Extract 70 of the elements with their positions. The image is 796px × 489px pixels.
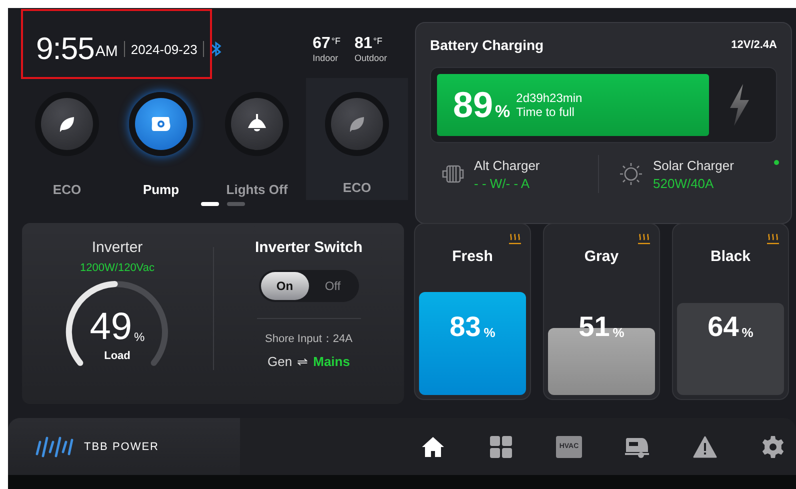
bluetooth-icon xyxy=(210,41,222,57)
leaf-icon xyxy=(57,114,77,134)
tank-name: Fresh xyxy=(452,248,493,265)
lightning-icon xyxy=(728,84,750,126)
camper-button[interactable] xyxy=(624,436,650,458)
button-label: ECO xyxy=(52,182,82,197)
camper-icon xyxy=(624,436,650,458)
sun-icon xyxy=(619,162,643,186)
battery-percent: 89 xyxy=(453,84,494,126)
source-label: Gen xyxy=(268,354,292,369)
charger-name: Alt Charger xyxy=(474,158,540,172)
clock-meridiem: AM xyxy=(95,43,118,60)
heater-icon xyxy=(509,233,521,245)
tank-name: Black xyxy=(710,248,751,265)
toggle-option[interactable]: On xyxy=(260,272,309,300)
percent-unit: % xyxy=(484,325,496,340)
logo-icon xyxy=(34,436,74,458)
temperature-label: Indoor xyxy=(312,53,338,63)
percent-unit: % xyxy=(612,325,624,340)
temperature-label: Outdoor xyxy=(354,53,387,63)
tank-card[interactable]: Fresh 83% xyxy=(414,223,531,400)
temperature-unit: °F xyxy=(331,36,340,46)
home-button[interactable] xyxy=(421,436,445,458)
grid-button[interactable] xyxy=(490,436,512,458)
load-value: 49 xyxy=(90,308,132,346)
percent-unit: % xyxy=(742,325,754,340)
shore-input-text: Shore Input：24A xyxy=(265,332,352,346)
clock-time: 9:55 xyxy=(36,31,94,67)
inverter-reading: 1200W/120Vac xyxy=(80,262,154,274)
temperature-value: 81 xyxy=(354,35,372,52)
grid-icon xyxy=(490,436,512,458)
page-indicator[interactable] xyxy=(201,202,219,206)
charger-reading: - - W/- - A xyxy=(474,176,531,190)
tank-level-value: 83 xyxy=(450,311,481,343)
card-title: Battery Charging xyxy=(430,37,544,53)
charger-name: Solar Charger xyxy=(653,158,734,172)
temperature-value: 67 xyxy=(312,35,330,52)
home-icon xyxy=(421,436,445,458)
leaf-icon xyxy=(347,114,367,134)
temperature-unit: °F xyxy=(373,36,382,46)
percent-unit: % xyxy=(495,102,510,122)
source-label: Mains xyxy=(313,354,350,369)
inverter-toggle[interactable]: On Off xyxy=(258,270,359,302)
pump-button[interactable] xyxy=(129,92,193,156)
toggle-option[interactable]: Off xyxy=(308,272,357,300)
charge-rating: 12V/2.4A xyxy=(731,39,777,51)
tank-level-value: 64 xyxy=(708,311,739,343)
settings-icon xyxy=(761,434,785,458)
swap-icon: ⇌ xyxy=(297,354,308,369)
tank-name: Gray xyxy=(584,248,619,265)
time-remaining: 2d39h23min xyxy=(516,91,582,105)
heater-icon xyxy=(767,233,779,245)
heater-icon xyxy=(638,233,650,245)
alternator-icon xyxy=(440,163,464,185)
pump-icon xyxy=(149,114,173,134)
date-text: 2024-09-23 xyxy=(130,42,198,56)
alert-button[interactable] xyxy=(693,436,717,458)
button-label: Lights Off xyxy=(226,182,288,197)
tank-card[interactable]: Black 64% xyxy=(672,223,789,400)
button-label: ECO xyxy=(342,180,372,195)
brand-name: TBB POWER xyxy=(84,440,160,452)
load-unit: % xyxy=(134,330,145,344)
card-title: Inverter Switch xyxy=(254,239,363,256)
gauge-caption: Load xyxy=(103,350,132,362)
charger-reading: 520W/40A xyxy=(653,176,715,190)
card-title: Inverter xyxy=(92,239,143,256)
settings-button[interactable] xyxy=(761,434,785,458)
warning-icon xyxy=(693,436,717,458)
button-label: Pump xyxy=(142,182,180,197)
time-label: Time to full xyxy=(516,105,576,119)
